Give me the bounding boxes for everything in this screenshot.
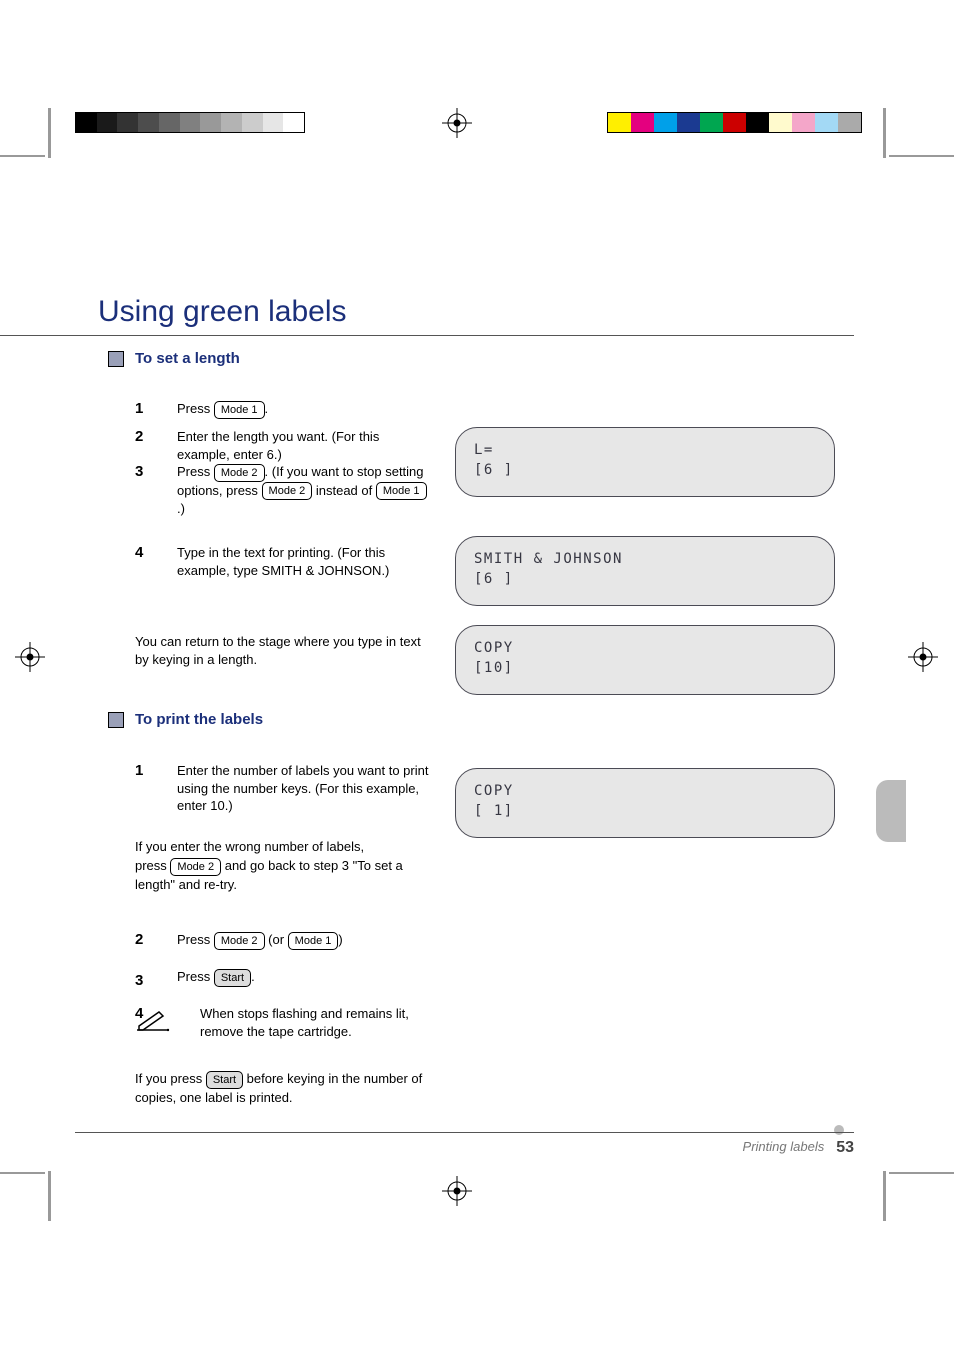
registration-mark-bottom xyxy=(442,1176,472,1206)
chapter-title: Using green labels xyxy=(98,295,346,329)
step-number: 2 xyxy=(135,931,143,948)
step-number: 4 xyxy=(135,544,143,561)
note-text: You can return to the stage where you ty… xyxy=(135,633,434,668)
lcd-line: [10] xyxy=(474,658,816,678)
crop-mark xyxy=(48,1171,51,1221)
lcd-line: [ 1] xyxy=(474,801,816,821)
page-number: 53 xyxy=(836,1139,854,1157)
section-heading: To set a length xyxy=(135,350,240,369)
mode2-key: Mode 2 xyxy=(262,482,313,500)
crop-mark xyxy=(889,1172,954,1174)
mode1-key: Mode 1 xyxy=(288,932,339,950)
step-text: When stops flashing and remains lit, rem… xyxy=(200,1005,434,1040)
step-number: 1 xyxy=(135,400,143,417)
lcd-line: [6 ] xyxy=(474,460,816,480)
color-calibration-strip xyxy=(607,112,862,133)
section-bullet-icon xyxy=(108,712,124,728)
chapter-rule xyxy=(0,335,854,336)
lcd-line: L= xyxy=(474,440,816,460)
write-icon xyxy=(135,1008,171,1032)
step-text: Enter the number of labels you want to p… xyxy=(177,762,434,815)
section-heading: To print the labels xyxy=(135,711,263,730)
note-text: press Mode 2 and go back to step 3 "To s… xyxy=(135,857,434,893)
lcd-display: L= [6 ] xyxy=(455,427,835,497)
grayscale-calibration-strip xyxy=(75,112,305,133)
note-text: If you press Start before keying in the … xyxy=(135,1070,434,1106)
lcd-display: SMITH & JOHNSON [6 ] xyxy=(455,536,835,606)
footer-section-label: Printing labels xyxy=(743,1139,825,1154)
step-text: Press Mode 2 (or Mode 1) xyxy=(177,931,434,950)
step-text: Type in the text for printing. (For this… xyxy=(177,544,434,579)
section-bullet-icon xyxy=(108,351,124,367)
lcd-display: COPY [ 1] xyxy=(455,768,835,838)
registration-mark-right xyxy=(908,642,938,672)
page-footer: 53 Printing labels xyxy=(75,1132,854,1156)
mode2-key: Mode 2 xyxy=(214,932,265,950)
crop-mark xyxy=(883,108,886,158)
step-number: 2 xyxy=(135,428,143,445)
step-number: 1 xyxy=(135,762,143,779)
thumb-tab xyxy=(876,780,906,842)
lcd-line: COPY xyxy=(474,781,816,801)
lcd-display: COPY [10] xyxy=(455,625,835,695)
crop-mark xyxy=(889,155,954,157)
lcd-line: [6 ] xyxy=(474,569,816,589)
step-number: 3 xyxy=(135,463,143,480)
step-text: Enter the length you want. (For this exa… xyxy=(177,428,434,463)
lcd-line: SMITH & JOHNSON xyxy=(474,549,816,569)
crop-mark xyxy=(0,155,45,157)
step-text: Press Mode 1. xyxy=(177,400,434,419)
mode1-key: Mode 1 xyxy=(376,482,427,500)
mode1-key: Mode 1 xyxy=(214,401,265,419)
mode2-key: Mode 2 xyxy=(170,858,221,876)
note-text: If you enter the wrong number of labels, xyxy=(135,838,434,856)
mode2-key: Mode 2 xyxy=(214,464,265,482)
start-key: Start xyxy=(206,1071,243,1089)
step-number: 3 xyxy=(135,972,143,989)
step-text: Press Mode 2. (If you want to stop setti… xyxy=(177,463,434,518)
crop-mark xyxy=(883,1171,886,1221)
crop-mark xyxy=(0,1172,45,1174)
crop-mark xyxy=(48,108,51,158)
step-text: Press Start. xyxy=(177,968,434,987)
registration-mark-top xyxy=(442,108,472,138)
start-key: Start xyxy=(214,969,251,987)
lcd-line: COPY xyxy=(474,638,816,658)
registration-mark-left xyxy=(15,642,45,672)
